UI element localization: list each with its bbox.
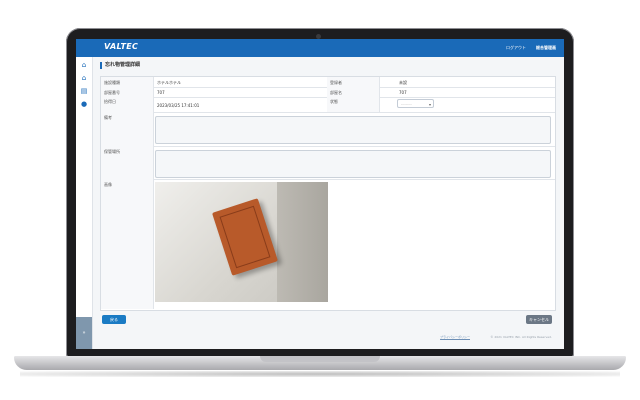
copyright: © 2021 VALTEC INC. All Rights Reserved. — [490, 335, 552, 339]
datetime-label: 拾得日 — [104, 99, 116, 104]
registrant-value: 未設 — [399, 80, 407, 85]
facility-label: 施設種類 — [104, 80, 120, 85]
sidebar: ⌂ ⌂ ▤ ● » — [76, 57, 93, 349]
room-name-value: 707 — [399, 90, 407, 95]
brand-logo: VALTEC — [104, 42, 139, 51]
logout-link[interactable]: ログアウト — [506, 45, 526, 51]
item-photo — [155, 182, 328, 302]
settings-icon[interactable]: ● — [80, 100, 88, 108]
screen: VALTEC ログアウト 総合管理画 ⌂ ⌂ ▤ ● » 忘れ物管理詳細 施設種… — [76, 39, 564, 349]
datetime-value: 2023/03/25 17:41:01 — [157, 103, 200, 108]
clipboard-icon[interactable]: ▤ — [80, 87, 88, 95]
remarks-textarea[interactable] — [155, 116, 551, 144]
cancel-button[interactable]: キャンセル — [526, 315, 552, 324]
top-bar: VALTEC ログアウト 総合管理画 — [76, 39, 564, 57]
building-icon[interactable]: ⌂ — [80, 74, 88, 82]
storage-textarea[interactable] — [155, 150, 551, 178]
room-name-label: 部屋名 — [330, 90, 342, 95]
status-label: 状態 — [330, 99, 338, 104]
detail-form: 施設種類 ホテルホテル 登録者 未設 部屋番号 707 部屋名 707 拾得日 … — [100, 76, 556, 311]
form-row: 保管場所 — [101, 146, 555, 180]
laptop-shadow — [20, 371, 620, 377]
sidebar-collapse-button[interactable]: » — [76, 317, 92, 349]
status-select-value: ---------- — [401, 102, 412, 106]
admin-link[interactable]: 総合管理画 — [536, 45, 556, 51]
back-button[interactable]: 戻る — [102, 315, 126, 324]
privacy-link[interactable]: プライバシーポリシー — [440, 335, 470, 339]
main-content: 忘れ物管理詳細 施設種類 ホテルホテル 登録者 未設 部屋番号 707 部屋名 … — [98, 59, 556, 345]
remarks-label: 備考 — [104, 115, 112, 120]
photo-label: 画像 — [104, 182, 112, 187]
label-cell — [101, 179, 154, 309]
registrant-label: 登録者 — [330, 80, 342, 85]
photo-background — [277, 182, 328, 302]
room-number-value: 707 — [157, 90, 165, 95]
laptop-notch — [260, 356, 380, 362]
facility-value: ホテルホテル — [157, 80, 181, 85]
form-row: 拾得日 2023/03/25 17:41:01 状態 ---------- ▾ — [101, 97, 555, 113]
status-select[interactable]: ---------- ▾ — [397, 99, 434, 108]
home-icon[interactable]: ⌂ — [80, 61, 88, 69]
chevron-down-icon: ▾ — [428, 102, 431, 107]
room-number-label: 部屋番号 — [104, 90, 120, 95]
storage-label: 保管場所 — [104, 149, 120, 154]
form-row: 備考 — [101, 112, 555, 147]
card-case-image — [211, 198, 279, 276]
page-title: 忘れ物管理詳細 — [100, 62, 140, 69]
